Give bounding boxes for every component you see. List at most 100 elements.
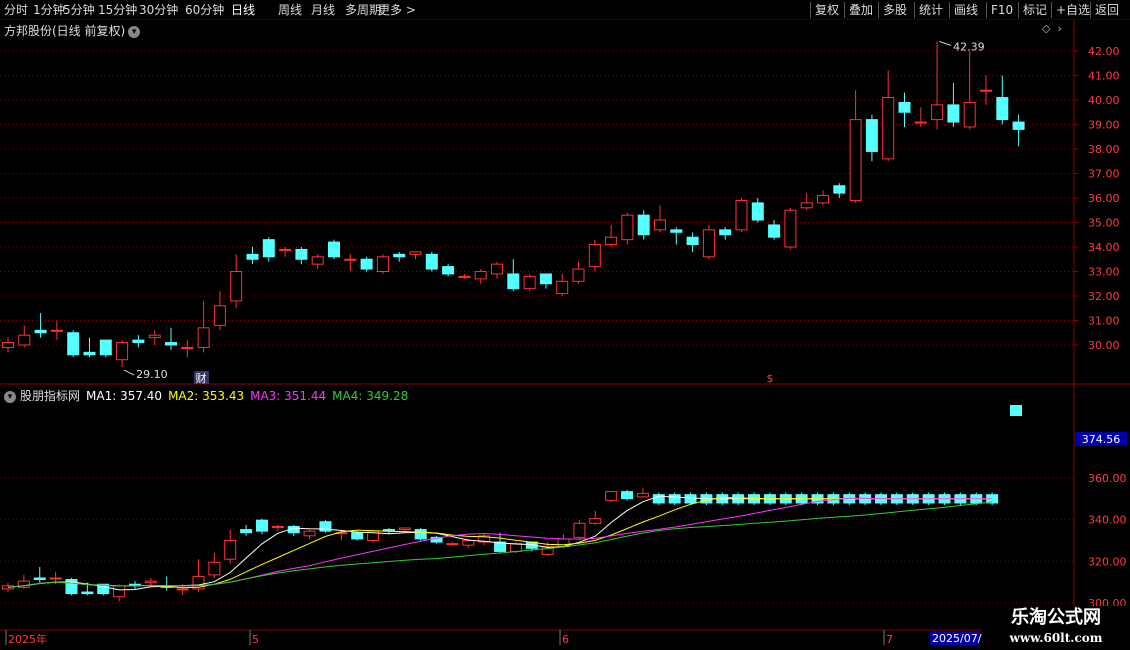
candle-body: [507, 273, 520, 290]
price-axis-label: 33.00: [1088, 266, 1120, 279]
indicator-bar: [668, 494, 681, 504]
candle-body: [393, 253, 406, 258]
candle-body: [817, 195, 829, 204]
candle-body: [719, 229, 732, 236]
indicator-bar: [621, 491, 634, 500]
ma4-label: MA4: 349.28: [332, 389, 409, 403]
candle-body: [996, 97, 1009, 121]
indicator-bar: [33, 577, 46, 581]
indicator-axis-label: 360.00: [1088, 472, 1127, 485]
watermark-title: 乐淘公式网: [1011, 607, 1101, 628]
candle-body: [344, 258, 357, 261]
watermark-url: www.60lt.com: [1009, 631, 1103, 645]
candle-body: [556, 280, 569, 295]
candle-body: [491, 263, 503, 275]
candle-body: [898, 101, 911, 113]
candle-body: [279, 248, 292, 251]
price-axis-label: 32.00: [1088, 290, 1120, 303]
indicator-bar: [589, 518, 602, 524]
indicator-header: ▾ 股朋指标网 MA1: 357.40 MA2: 353.43 MA3: 351.44 M…: [4, 387, 414, 404]
candle-body: [197, 327, 210, 348]
candle-body: [132, 339, 145, 344]
candle-body: [442, 266, 455, 275]
candle-body: [246, 253, 259, 260]
indicator-bar: [303, 530, 316, 537]
indicator-bar: [144, 580, 157, 584]
event-marker-dollar: $: [767, 372, 774, 385]
cursor-date: 2025/07/: [932, 632, 982, 645]
candle-body: [605, 236, 618, 246]
time-axis-label: 6: [562, 633, 569, 646]
low-label: 29.10: [136, 368, 168, 381]
ma1-line: [7, 495, 993, 591]
candle-body: [849, 119, 862, 201]
stock-chart[interactable]: 42.00 41.00 40.00 39.00 38.00 37.00 36.00 35.00…: [0, 0, 1130, 650]
indicator-bar: [351, 532, 364, 540]
candle-body: [295, 248, 308, 260]
candle-body: [670, 229, 683, 233]
candle-body: [474, 271, 487, 280]
current-value: 374.56: [1082, 433, 1121, 446]
candle-body: [751, 202, 764, 221]
candle-body: [83, 351, 96, 356]
ma1-label: MA1: 357.40: [86, 389, 163, 403]
indicator-bar: [49, 577, 62, 580]
candle-body: [425, 253, 438, 270]
candle-body: [947, 104, 960, 123]
indicator-bar: [240, 529, 253, 534]
candle-body: [165, 342, 177, 346]
candle-body: [963, 101, 976, 128]
candle-body: [34, 329, 47, 334]
price-axis-label: 39.00: [1088, 119, 1120, 132]
price-axis-label: 36.00: [1088, 192, 1120, 205]
candle-body: [833, 185, 846, 194]
candle-body: [18, 334, 31, 346]
candle-body: [637, 214, 650, 236]
candle-body: [735, 199, 748, 231]
candle-body: [148, 334, 161, 339]
candle-body: [360, 258, 373, 270]
candle-body: [1012, 121, 1025, 130]
candle-body: [376, 256, 389, 272]
candle-body: [621, 214, 634, 241]
candle-body: [865, 119, 878, 152]
indicator-name: 股朋指标网: [20, 389, 81, 403]
price-axis-label: 34.00: [1088, 241, 1120, 254]
indicator-bar: [605, 491, 618, 501]
price-axis-label: 42.00: [1088, 45, 1120, 58]
ma3-label: MA3: 351.44: [250, 389, 327, 403]
candle-body: [262, 239, 275, 258]
indicator-bar: [271, 525, 284, 528]
price-axis-label: 31.00: [1088, 315, 1120, 328]
indicator-bar: [176, 588, 189, 591]
low-pointer: [123, 369, 135, 376]
candle-body: [311, 256, 324, 265]
high-label: 42.39: [953, 40, 985, 53]
indicator-axis-label: 340.00: [1088, 514, 1127, 527]
price-axis-label: 40.00: [1088, 94, 1120, 107]
chevron-down-icon[interactable]: ▾: [4, 390, 16, 403]
candle-body: [539, 273, 552, 285]
candle-body: [213, 305, 226, 326]
indicator-bar: [636, 492, 649, 498]
candle-body: [458, 275, 471, 278]
time-axis-label: 2025年: [8, 632, 47, 646]
candle-body: [67, 332, 80, 356]
candle-body: [116, 342, 129, 361]
indicator-outlier-bar: [1010, 405, 1022, 416]
price-axis-label: 38.00: [1088, 143, 1120, 156]
indicator-bar: [446, 543, 459, 546]
indicator-axis-label: 320.00: [1088, 555, 1127, 568]
price-axis-label: 37.00: [1088, 168, 1120, 181]
candle-body: [2, 342, 14, 348]
indicator-bar: [684, 494, 697, 504]
time-axis-label: 5: [252, 633, 259, 646]
indicator-bar: [462, 539, 475, 546]
candle-body: [800, 202, 813, 209]
price-axis-label: 35.00: [1088, 217, 1120, 230]
candle-body: [230, 271, 243, 302]
candle-body: [588, 244, 601, 268]
high-pointer: [938, 40, 952, 46]
candle-body: [409, 251, 422, 255]
candle-body: [768, 224, 781, 238]
